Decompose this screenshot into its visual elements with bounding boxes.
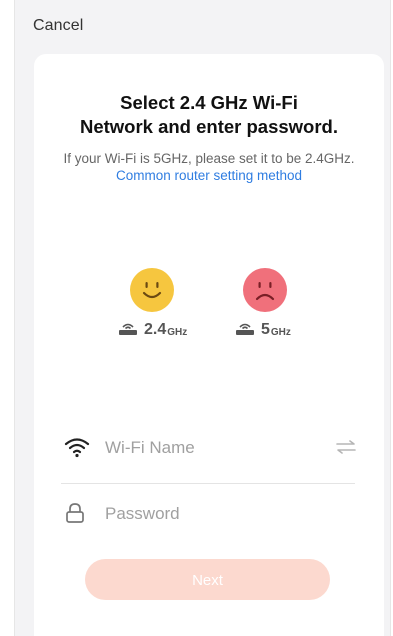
- cancel-button[interactable]: Cancel: [33, 17, 83, 35]
- band-unit: GHz: [270, 326, 291, 338]
- app-screen: Cancel Select 2.4 GHz Wi-Fi Network and …: [0, 0, 393, 636]
- router-icon: [235, 321, 255, 340]
- password-field[interactable]: Password: [61, 494, 357, 534]
- subtitle: If your Wi-Fi is 5GHz, please set it to …: [56, 150, 362, 184]
- wifi-setup-card: Select 2.4 GHz Wi-Fi Network and enter p…: [34, 54, 384, 636]
- wifi-icon: [64, 436, 90, 463]
- password-input[interactable]: Password: [105, 504, 180, 524]
- router-icon: [118, 321, 138, 340]
- field-divider: [61, 483, 355, 484]
- band-5ghz: 5 GHz: [235, 320, 291, 340]
- band-unit: GHz: [167, 326, 188, 338]
- next-button[interactable]: Next: [85, 559, 330, 600]
- router-setting-link[interactable]: Common router setting method: [116, 168, 302, 183]
- sad-face-icon: [243, 268, 287, 312]
- band-2-4ghz: 2.4 GHz: [118, 320, 187, 340]
- swap-icon[interactable]: [335, 440, 357, 459]
- subtitle-text: If your Wi-Fi is 5GHz, please set it to …: [63, 151, 355, 166]
- title-line-1: Select 2.4 GHz Wi-Fi: [120, 92, 298, 113]
- wifi-name-input[interactable]: Wi-Fi Name: [105, 438, 195, 458]
- page-title: Select 2.4 GHz Wi-Fi Network and enter p…: [34, 91, 384, 139]
- title-line-2: Network and enter password.: [79, 116, 339, 137]
- lock-icon: [64, 502, 86, 529]
- band-value: 2.4: [144, 321, 167, 338]
- band-value: 5: [261, 321, 270, 338]
- wifi-name-field[interactable]: Wi-Fi Name: [61, 428, 357, 468]
- happy-face-icon: [130, 268, 174, 312]
